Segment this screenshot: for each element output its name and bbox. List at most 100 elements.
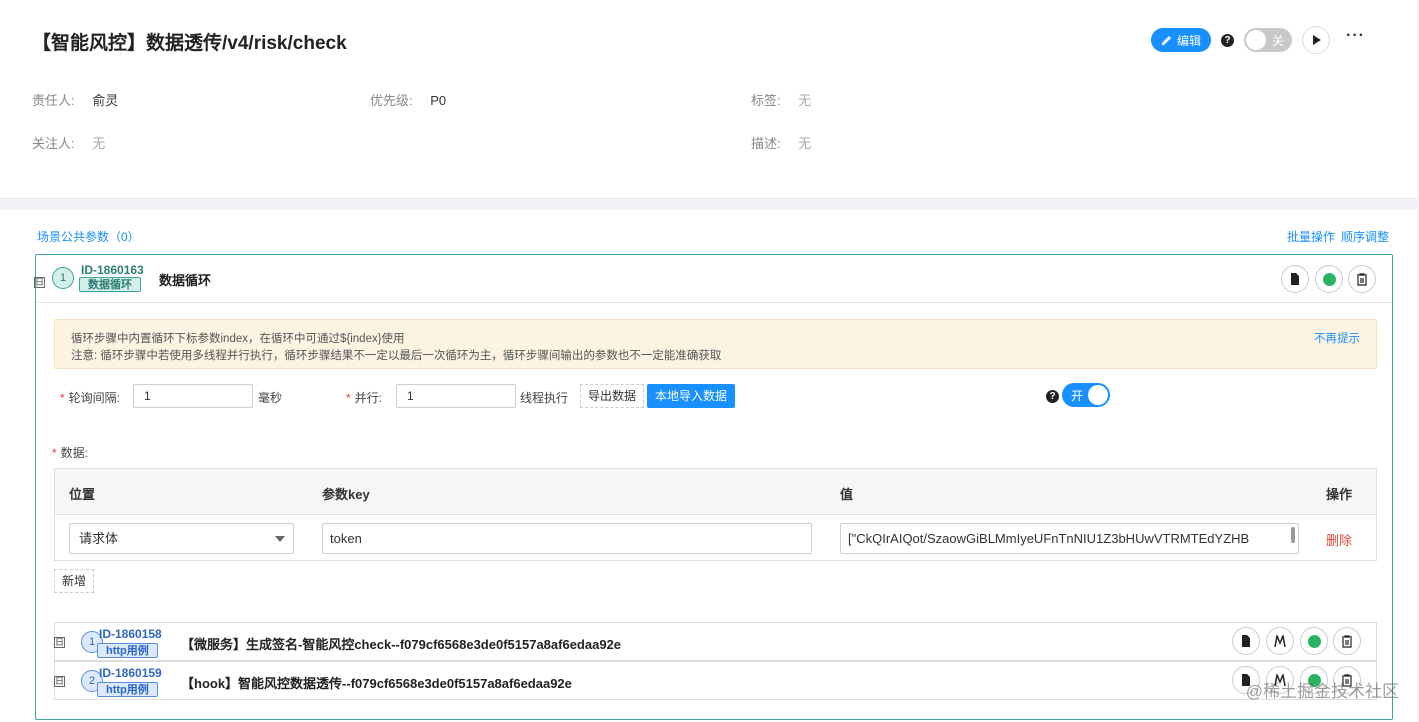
step-title: 数据循环 <box>159 273 212 288</box>
owner-label: 责任人: <box>32 93 75 108</box>
step-type-tag: 数据循环 <box>79 277 141 292</box>
priority-value: P0 <box>430 93 447 108</box>
key-input[interactable]: token <box>322 523 812 554</box>
import-data-button[interactable]: 本地导入数据 <box>647 384 736 408</box>
order-adjust-link[interactable]: 顺序调整 <box>1341 228 1389 245</box>
tags-field: 标签: 无 <box>751 90 811 109</box>
pencil-icon <box>1162 36 1171 45</box>
status-dot-icon <box>1307 634 1321 648</box>
status-button[interactable] <box>1315 265 1343 293</box>
mock-button[interactable] <box>1266 627 1294 655</box>
step-type-tag: http用例 <box>97 682 158 697</box>
trash-icon <box>1342 634 1352 648</box>
data-label: * 数据: <box>52 444 88 461</box>
tags-value: 无 <box>798 93 812 108</box>
steps-panel: 场景公共参数（0） 批量操作 顺序调整 日 1 ID-1860163 数据循环 … <box>0 210 1417 722</box>
more-icon[interactable]: ··· <box>1346 27 1365 45</box>
interval-unit: 毫秒 <box>258 391 283 405</box>
delete-step-button[interactable] <box>1333 627 1361 655</box>
followers-field: 关注人: 无 <box>32 133 105 152</box>
data-label-text: 数据: <box>60 446 89 460</box>
copy-button[interactable] <box>1232 627 1260 655</box>
child-step[interactable]: 日 2 ID-1860159 http用例 【hook】智能风控数据透传--f0… <box>54 661 1377 700</box>
interval-input[interactable]: 1 <box>133 384 253 408</box>
toggle-knob <box>1088 385 1108 405</box>
edit-button[interactable]: 编辑 <box>1151 28 1212 52</box>
value-text: ["CkQIrAIQot/SzaowGiBLMmIyeUFnTnNIU1Z3bH… <box>848 531 1250 546</box>
run-button[interactable] <box>1302 26 1331 54</box>
add-row-button[interactable]: 新增 <box>54 569 95 593</box>
child-step[interactable]: 日 1 ID-1860158 http用例 【微服务】生成签名-智能风控chec… <box>54 622 1377 661</box>
required-mark: * <box>52 446 57 460</box>
table-header: 位置 参数key 值 操作 <box>55 469 1376 515</box>
parallel-label: * 并行: <box>346 389 382 406</box>
col-key: 参数key <box>322 487 370 502</box>
play-icon <box>1313 35 1322 45</box>
fold-icon[interactable]: 日 <box>54 637 65 648</box>
interval-label: * 轮询间隔: <box>60 389 120 406</box>
step-id[interactable]: ID-1860158 <box>99 627 162 641</box>
owner-field: 责任人: 俞灵 <box>32 90 118 109</box>
notice-line-1: 循环步骤中内置循环下标参数index，在循环中可通过${index}使用 <box>71 333 405 345</box>
interval-label-text: 轮询间隔: <box>68 391 121 405</box>
document-icon <box>1291 273 1299 285</box>
position-select[interactable]: 请求体 <box>69 523 294 554</box>
panel-links: 批量操作 顺序调整 <box>1287 228 1389 245</box>
scene-params-link[interactable]: 场景公共参数（0） <box>37 228 140 245</box>
status-dot-icon <box>1322 272 1336 286</box>
step-id[interactable]: ID-1860163 <box>81 263 144 277</box>
edit-button-label: 编辑 <box>1177 33 1202 48</box>
loop-step-header: 日 1 ID-1860163 数据循环 数据循环 <box>34 255 1392 303</box>
dismiss-notice-link[interactable]: 不再提示 <box>1314 330 1360 346</box>
step-number: 1 <box>52 267 74 289</box>
desc-value: 无 <box>798 136 812 151</box>
step-type-tag: http用例 <box>97 643 158 658</box>
parallel-input[interactable]: 1 <box>396 384 516 408</box>
delete-row-link[interactable]: 删除 <box>1326 530 1352 549</box>
step-title: 【hook】智能风控数据透传--f079cf6568e3de0f5157a8af… <box>181 676 572 691</box>
step-id[interactable]: ID-1860159 <box>99 666 162 680</box>
batch-ops-link[interactable]: 批量操作 <box>1287 228 1335 245</box>
step-title: 【微服务】生成签名-智能风控check--f079cf6568e3de0f515… <box>181 637 622 652</box>
mock-m-icon <box>1274 634 1286 647</box>
loop-notice: 循环步骤中内置循环下标参数index，在循环中可通过${index}使用 注意:… <box>54 319 1377 369</box>
toggle-label: 关 <box>1272 34 1285 48</box>
notice-line-2: 注意: 循环步骤中若使用多线程并行执行，循环步骤结果不一定以最后一次循环为主，循… <box>71 350 722 362</box>
export-data-button[interactable]: 导出数据 <box>580 384 645 408</box>
loop-step: 日 1 ID-1860163 数据循环 数据循环 循环步骤中内置循环下标参数in… <box>34 254 1393 720</box>
priority-label: 优先级: <box>370 93 413 108</box>
page-title: 【智能风控】数据透传/v4/risk/check <box>32 33 347 54</box>
caret-down-icon <box>275 536 285 542</box>
position-select-value: 请求体 <box>79 531 119 546</box>
value-input[interactable]: ["CkQIrAIQot/SzaowGiBLMmIyeUFnTnNIU1Z3bH… <box>840 523 1299 554</box>
desc-field: 描述: 无 <box>751 133 811 152</box>
enable-toggle[interactable]: 关 <box>1244 28 1293 52</box>
col-position: 位置 <box>69 487 96 502</box>
scrollbar[interactable] <box>1291 527 1295 543</box>
status-button[interactable] <box>1300 627 1328 655</box>
owner-value: 俞灵 <box>92 93 119 108</box>
document-icon <box>1242 635 1250 647</box>
header-actions: 编辑 ? 关 ··· <box>1151 26 1365 54</box>
watermark: @稀土掘金技术社区 <box>1245 682 1399 701</box>
trash-icon <box>1357 272 1367 286</box>
required-mark: * <box>60 391 65 405</box>
parallel-unit: 线程执行 <box>520 391 569 405</box>
priority-field: 优先级: P0 <box>370 90 446 109</box>
required-mark: * <box>346 391 351 405</box>
fold-icon[interactable]: 日 <box>34 277 45 288</box>
case-header: 【智能风控】数据透传/v4/risk/check 编辑 ? 关 ··· 责任人:… <box>0 0 1417 199</box>
toggle-label: 开 <box>1071 389 1084 403</box>
loop-enable-toggle[interactable]: 开 <box>1062 383 1110 407</box>
copy-button[interactable] <box>1281 265 1309 293</box>
help-icon[interactable]: ? <box>1221 33 1235 47</box>
fold-icon[interactable]: 日 <box>54 676 65 687</box>
col-ops: 操作 <box>1326 487 1353 502</box>
tags-label: 标签: <box>751 93 781 108</box>
delete-step-button[interactable] <box>1348 265 1376 293</box>
desc-label: 描述: <box>751 136 781 151</box>
help-icon[interactable]: ? <box>1046 390 1059 403</box>
followers-label: 关注人: <box>32 136 75 151</box>
toggle-knob <box>1246 30 1267 50</box>
parallel-label-text: 并行: <box>354 391 383 405</box>
